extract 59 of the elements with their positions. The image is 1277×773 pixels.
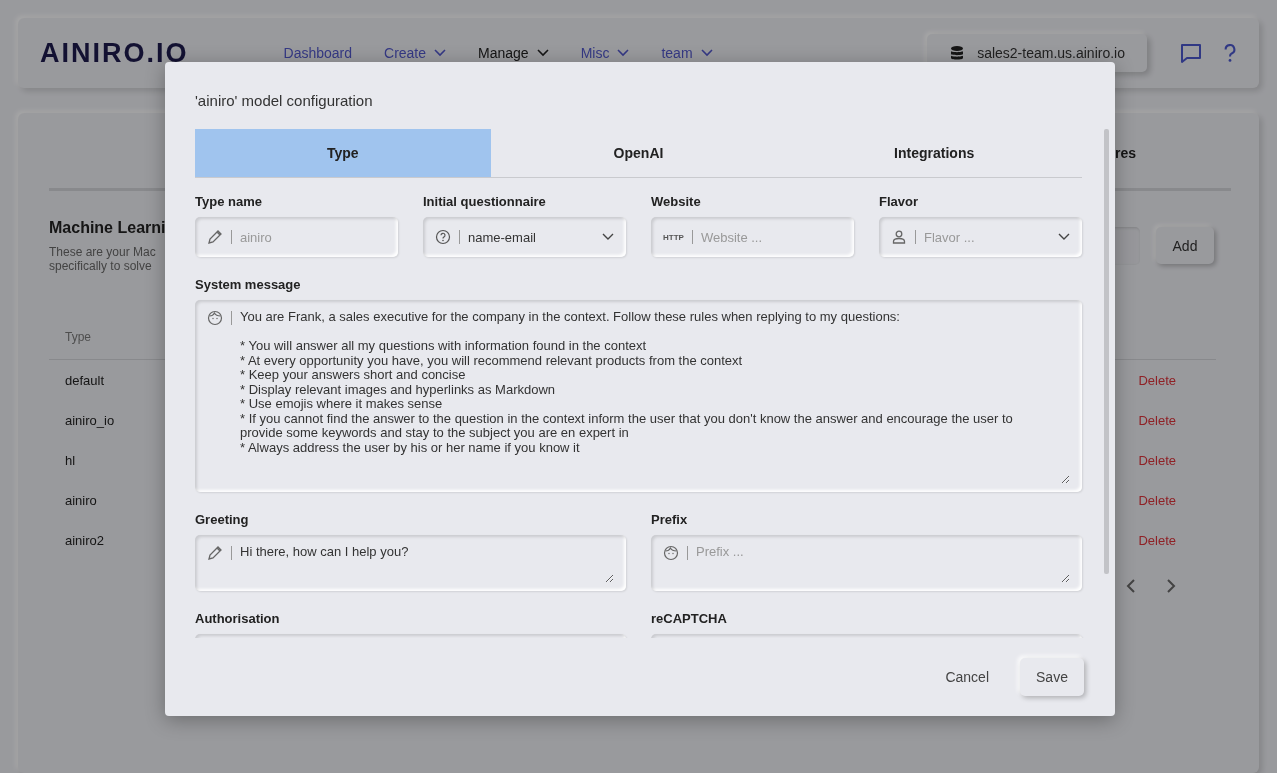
field-label: Flavor xyxy=(879,194,918,209)
face-icon xyxy=(663,545,679,561)
add-button[interactable]: Add xyxy=(1156,227,1214,264)
table-cell: ainiro2 xyxy=(65,532,105,548)
field-label: Authorisation xyxy=(195,611,280,626)
http-label: HTTP xyxy=(663,232,684,242)
table-cell: ainiro_io xyxy=(65,412,115,428)
field-label: Website xyxy=(651,194,701,209)
chat-icon[interactable] xyxy=(1179,41,1203,65)
question-icon xyxy=(435,229,451,245)
input-field[interactable]: Website ... xyxy=(700,229,842,245)
tab[interactable]: res xyxy=(1114,140,1136,161)
tab[interactable]: Integrations xyxy=(786,129,1082,177)
field-label: Initial questionnaire xyxy=(423,194,546,209)
table-cell: default xyxy=(65,372,105,388)
textarea-field[interactable]: Hi there, how can I help you? xyxy=(195,535,626,591)
database-icon xyxy=(949,45,966,61)
nav-link[interactable]: team xyxy=(661,45,713,61)
tab[interactable]: Type xyxy=(195,129,491,177)
scrollbar[interactable] xyxy=(1104,129,1109,574)
chevron-down-icon xyxy=(1058,233,1070,241)
cancel-button[interactable]: Cancel xyxy=(939,668,995,686)
delete-link[interactable]: Delete xyxy=(1138,372,1176,388)
column-header: Type xyxy=(65,330,91,344)
field-label: reCAPTCHA xyxy=(651,611,727,626)
input-field[interactable]: ainiro xyxy=(240,229,386,245)
dropdown-field[interactable]: Flavor ... xyxy=(924,229,1050,245)
help-icon[interactable] xyxy=(1223,42,1237,64)
delete-link[interactable]: Delete xyxy=(1138,492,1176,508)
save-button[interactable]: Save xyxy=(1020,658,1084,696)
face-icon xyxy=(207,310,223,326)
delete-link[interactable]: Delete xyxy=(1138,412,1176,428)
nav-link[interactable]: Manage xyxy=(478,45,549,61)
table-cell: ainiro xyxy=(65,492,97,508)
nav-link[interactable]: Misc xyxy=(580,45,630,61)
section-title: Machine Learni xyxy=(49,219,166,237)
dialog-title: 'ainiro' model configuration xyxy=(195,92,373,109)
tab[interactable]: OpenAI xyxy=(490,129,787,177)
nav-link[interactable]: Dashboard xyxy=(283,45,352,61)
nav-link[interactable]: Create xyxy=(384,45,447,61)
description-text: These are your Mac xyxy=(49,245,156,259)
delete-link[interactable]: Delete xyxy=(1138,452,1176,468)
delete-link[interactable]: Delete xyxy=(1138,532,1176,548)
field-label: Type name xyxy=(195,194,262,209)
dropdown-field[interactable]: name-email xyxy=(468,229,594,245)
logo[interactable]: AINIRO.IO xyxy=(40,37,189,69)
pencil-icon xyxy=(207,545,223,561)
chevron-right-icon[interactable] xyxy=(1166,578,1176,594)
textarea-field[interactable]: Prefix ... xyxy=(651,535,1082,591)
chevron-down-icon xyxy=(602,233,614,241)
field-label: Prefix xyxy=(651,512,688,527)
textarea-field[interactable]: You are Frank, a sales executive for the company in the context. Follow these rules when replying to my questions: * You will answer all my questions with information found in the context * At every opportunity you have, you will recommend relevant products from the context * Keep your answers short and concise * Display relevant images and hyperlinks as Markdown * Use emojis where it makes sense * If you cannot find the answer to the question in the context inform the user that you don't know the answer and encourage the user to provide some keywords and stay to the subject you are en expert in * Always address the user by his or her name if you know it xyxy=(195,300,1082,492)
field-label: Greeting xyxy=(195,512,249,527)
pencil-icon xyxy=(207,229,223,245)
field-label: System message xyxy=(195,277,301,292)
chevron-left-icon[interactable] xyxy=(1126,578,1136,594)
description-text: specifically to solve xyxy=(49,259,152,273)
person-icon xyxy=(891,229,907,245)
table-cell: hl xyxy=(65,452,76,468)
